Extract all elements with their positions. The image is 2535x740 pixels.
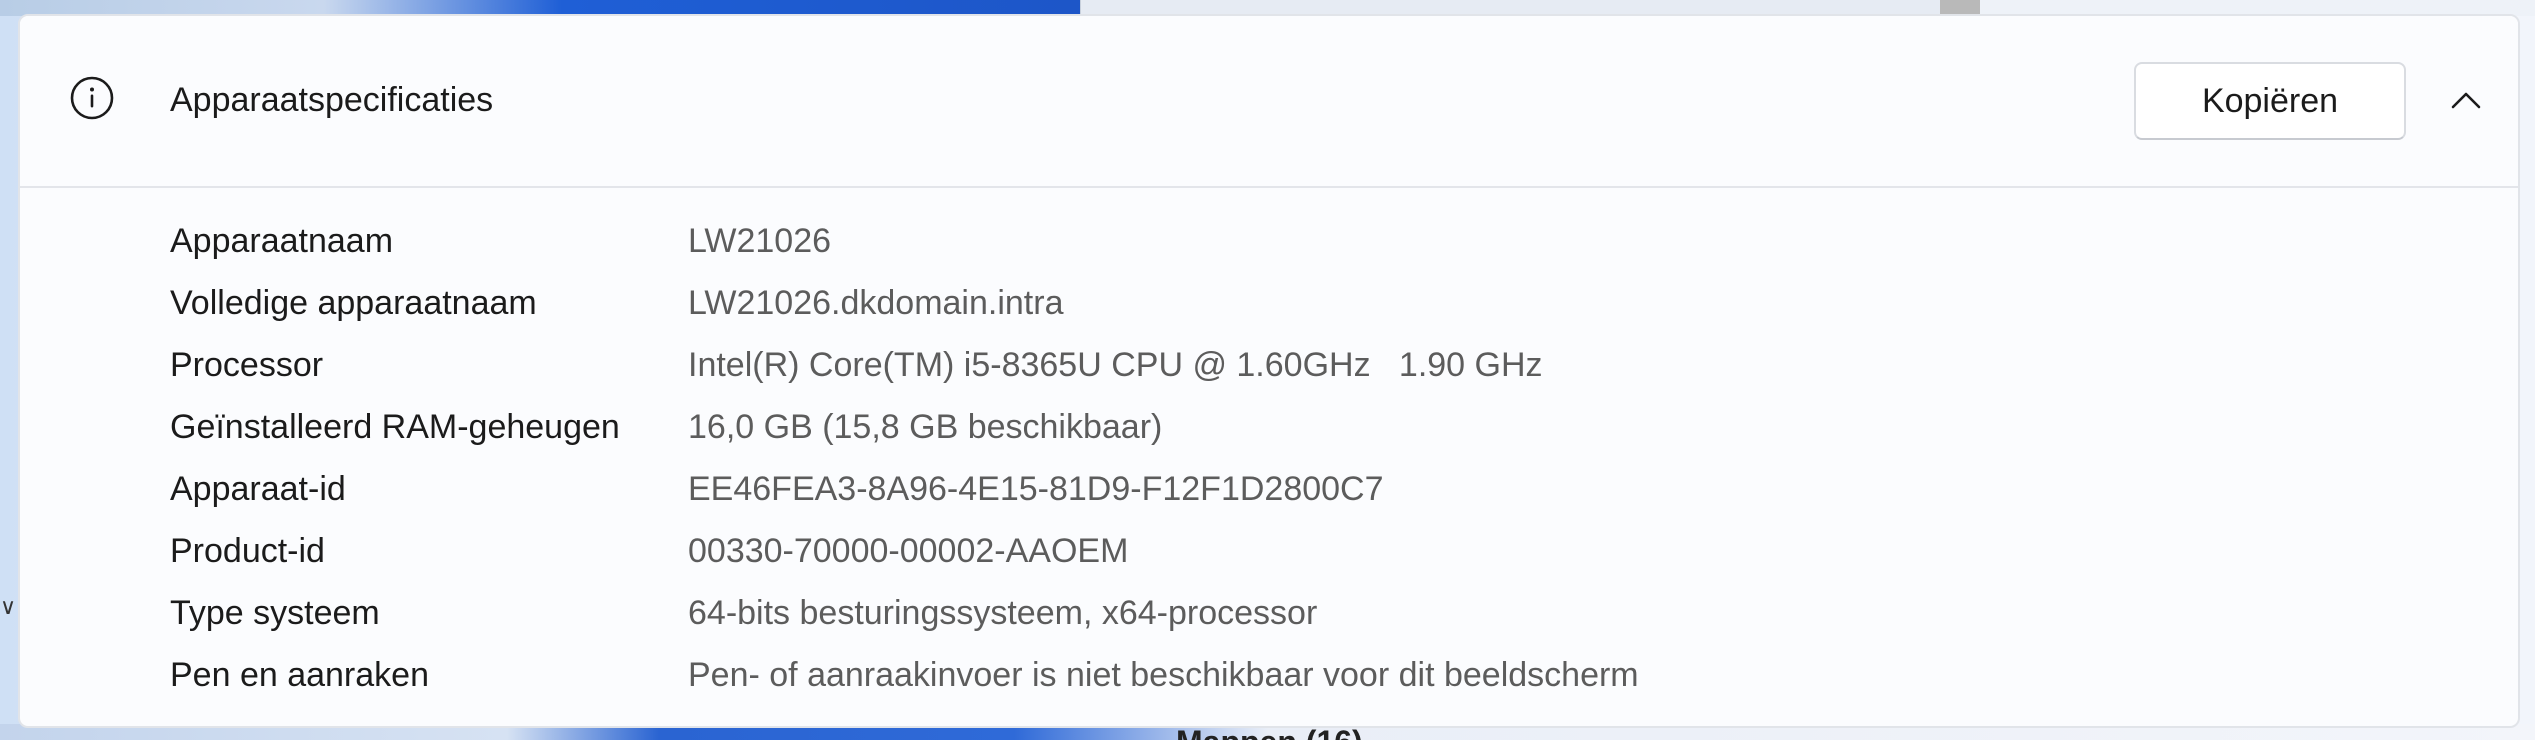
copy-button[interactable]: Kopiëren [2134, 62, 2406, 140]
spec-row-full-device-name: Volledige apparaatnaam LW21026.dkdomain.… [170, 272, 2470, 334]
spec-label: Type systeem [170, 593, 380, 632]
spec-label: Pen en aanraken [170, 655, 429, 694]
copy-button-label: Kopiëren [2201, 81, 2339, 120]
spec-row-device-id: Apparaat-id EE46FEA3-8A96-4E15-81D9-F12F… [170, 458, 2470, 520]
collapse-button[interactable] [2442, 78, 2490, 126]
spec-row-product-id: Product-id 00330-70000-00002-AAOEM [170, 520, 2470, 582]
spec-value[interactable]: Intel(R) Core(TM) i5-8365U CPU @ 1.60GHz… [688, 346, 1543, 385]
spec-value[interactable]: 16,0 GB (15,8 GB beschikbaar) [688, 408, 1162, 447]
section-title: Apparaatspecificaties [170, 81, 494, 119]
spec-label: Apparaatnaam [170, 221, 394, 260]
spec-value[interactable]: LW21026 [688, 222, 831, 261]
device-specifications-header[interactable]: Apparaatspecificaties Kopiëren [20, 16, 2518, 188]
spec-value[interactable]: 64-bits besturingssysteem, x64-processor [688, 594, 1317, 633]
spec-row-device-name: Apparaatnaam LW21026 [170, 210, 2470, 272]
info-icon [70, 76, 114, 120]
spec-label: Apparaat-id [170, 469, 346, 508]
spec-value[interactable]: Pen- of aanraakinvoer is niet beschikbaa… [688, 656, 1639, 695]
spec-row-system-type: Type systeem 64-bits besturingssysteem, … [170, 582, 2470, 644]
spec-label: Product-id [170, 531, 325, 570]
spec-label: Geïnstalleerd RAM-geheugen [170, 407, 620, 446]
spec-value[interactable]: EE46FEA3-8A96-4E15-81D9-F12F1D2800C7 [688, 470, 1384, 509]
spec-label: Volledige apparaatnaam [170, 283, 537, 322]
spec-value[interactable]: 00330-70000-00002-AAOEM [688, 532, 1128, 571]
spec-row-pen-and-touch: Pen en aanraken Pen- of aanraakinvoer is… [170, 644, 2470, 706]
spec-row-processor: Processor Intel(R) Core(TM) i5-8365U CPU… [170, 334, 2470, 396]
spec-row-installed-ram: Geïnstalleerd RAM-geheugen 16,0 GB (15,8… [170, 396, 2470, 458]
chevron-up-icon [2451, 91, 2481, 114]
spec-label: Processor [170, 345, 324, 384]
spec-value[interactable]: LW21026.dkdomain.intra [688, 284, 1063, 323]
device-specifications-panel: Apparaatspecificaties Kopiëren Apparaatn… [18, 14, 2520, 728]
spec-list: Apparaatnaam LW21026 Volledige apparaatn… [170, 210, 2470, 706]
background-chevron-icon: ∨ [0, 594, 16, 619]
